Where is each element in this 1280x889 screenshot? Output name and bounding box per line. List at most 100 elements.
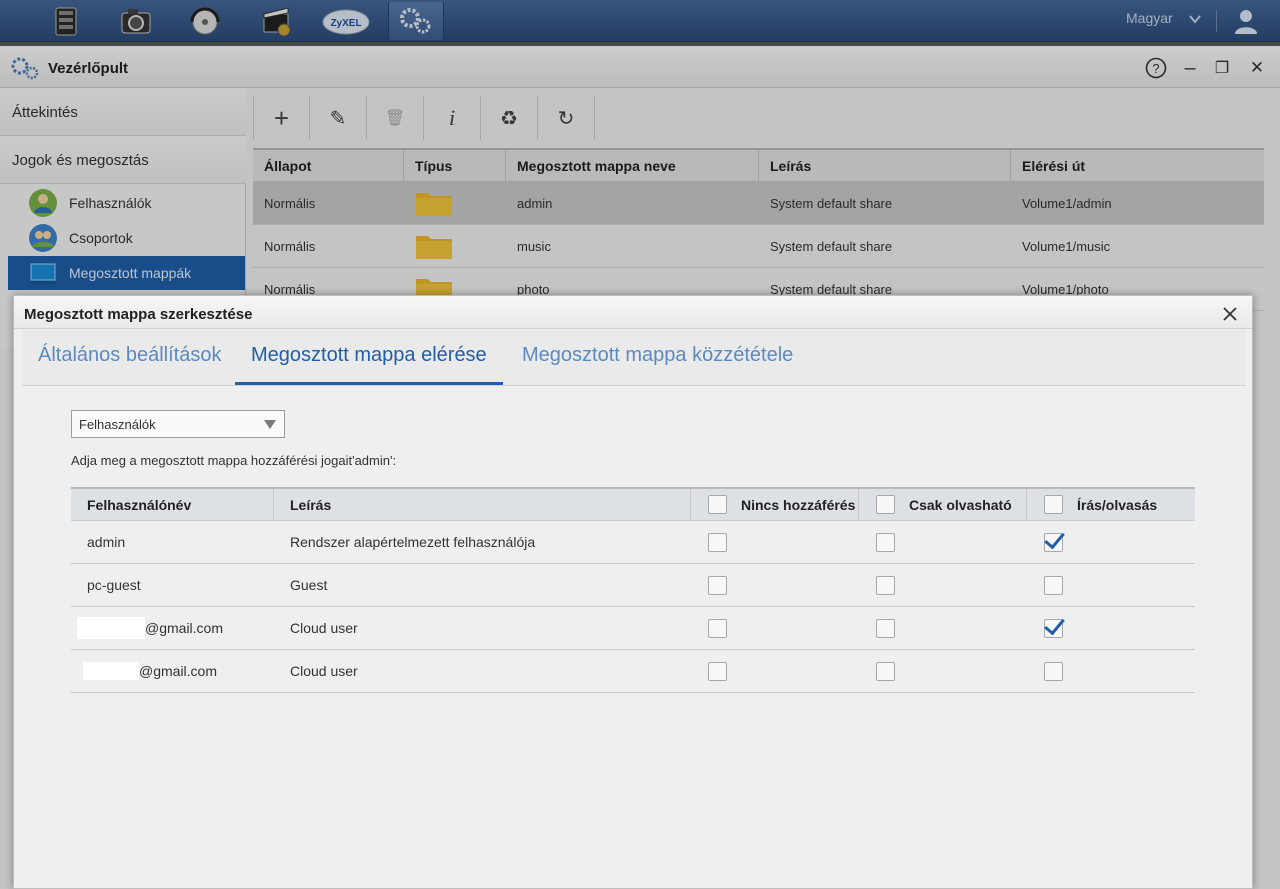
table-row: admin Rendszer alapértelmezett felhaszná… [71, 521, 1195, 564]
name-cell: admin [517, 195, 553, 211]
column-header: Csak olvasható [909, 496, 1012, 513]
folder-icon [416, 193, 452, 216]
sidebar-item-users[interactable]: Felhasználók [8, 186, 245, 220]
path-cell: Volume1/music [1022, 238, 1111, 254]
status-cell: Normális [264, 195, 316, 211]
read-only-checkbox[interactable] [876, 661, 895, 681]
taskbar-divider [1216, 10, 1217, 32]
users-icon [28, 188, 58, 218]
permissions-table: Felhasználónév Leírás Nincs hozzáférés C… [71, 487, 1195, 693]
groups-icon [28, 223, 58, 253]
svg-text:ZyXEL: ZyXEL [330, 18, 361, 29]
username-cell: pc-guest [87, 577, 141, 593]
control-panel-icon[interactable] [388, 2, 444, 40]
access-instruction: Adja meg a megosztott mappa hozzáférési … [71, 453, 397, 468]
table-header: Állapot Típus Megosztott mappa neve Leír… [253, 148, 1264, 182]
taskbar: ZyXEL Magyar [0, 0, 1280, 42]
file-manager-icon[interactable] [38, 2, 94, 40]
user-group-select[interactable]: Felhasználók [71, 410, 285, 438]
dialog-title: Megosztott mappa szerkesztése [24, 306, 253, 323]
description-cell: Guest [290, 577, 328, 593]
language-select[interactable]: Magyar [1126, 10, 1173, 26]
column-header[interactable]: Felhasználónév [71, 489, 274, 520]
column-header: Nincs hozzáférés [741, 496, 856, 513]
minimize-icon[interactable]: – [1178, 56, 1202, 80]
tab-general-settings[interactable]: Általános beállítások [22, 330, 237, 385]
read-write-checkbox[interactable] [1044, 575, 1063, 595]
sidebar-item-shared-folders[interactable]: Megosztott mappák [8, 256, 245, 290]
toolbar: + ✎ 🗑 i ♻ ↻ [253, 96, 595, 140]
description-cell: System default share [770, 238, 893, 254]
username-cell: admin [87, 534, 126, 550]
chevron-down-icon[interactable] [1188, 12, 1202, 31]
read-write-checkbox[interactable] [1044, 618, 1063, 638]
no-access-checkbox[interactable] [708, 661, 727, 681]
info-button[interactable]: i [424, 96, 481, 140]
sidebar-item-overview[interactable]: Áttekintés [0, 88, 246, 136]
video-icon[interactable] [248, 2, 304, 40]
tab-share-access[interactable]: Megosztott mappa elérése [235, 330, 503, 385]
column-header[interactable]: Leírás [274, 489, 691, 520]
no-access-checkbox[interactable] [708, 532, 727, 552]
read-write-checkbox[interactable] [1044, 532, 1063, 552]
sidebar-section-rights[interactable]: Jogok és megosztás [0, 136, 246, 184]
no-access-checkbox[interactable] [708, 575, 727, 595]
edit-button[interactable]: ✎ [310, 96, 367, 140]
column-header: Írás/olvasás [1077, 496, 1158, 513]
add-button[interactable]: + [253, 96, 310, 140]
shared-folders-icon [28, 258, 58, 288]
tab-share-publishing[interactable]: Megosztott mappa közzététele [506, 330, 809, 385]
redacted-block [77, 617, 145, 639]
sidebar-item-label: Csoportok [69, 230, 133, 246]
delete-button[interactable]: 🗑 [367, 96, 424, 140]
folder-icon [416, 236, 452, 259]
description-cell: Rendszer alapértelmezett felhasználója [290, 534, 536, 550]
photo-icon[interactable] [108, 2, 164, 40]
column-header[interactable]: Megosztott mappa neve [506, 150, 759, 181]
maximize-icon[interactable]: ❐ [1210, 56, 1234, 80]
table-row: pc-guest Guest [71, 564, 1195, 607]
name-cell: music [517, 238, 551, 254]
no-access-checkbox[interactable] [708, 618, 727, 638]
window-titlebar: Vezérlőpult ? – ❐ ✕ [0, 46, 1280, 88]
redacted-block [83, 662, 139, 680]
select-value: Felhasználók [79, 417, 156, 432]
music-icon[interactable] [178, 2, 234, 40]
edit-share-dialog: Megosztott mappa szerkesztése Általános … [13, 295, 1253, 889]
zyxel-cloud-icon[interactable]: ZyXEL [318, 2, 374, 40]
column-header[interactable]: Típus [404, 150, 506, 181]
select-all-read-write-checkbox[interactable] [1044, 495, 1063, 514]
description-cell: System default share [770, 195, 893, 211]
recycle-button[interactable]: ♻ [481, 96, 538, 140]
shared-folders-table: Állapot Típus Megosztott mappa neve Leír… [253, 148, 1264, 311]
sidebar-item-groups[interactable]: Csoportok [8, 221, 245, 255]
sidebar-item-label: Felhasználók [69, 195, 152, 211]
close-icon[interactable]: ✕ [1245, 56, 1269, 80]
description-cell: Cloud user [290, 620, 358, 636]
refresh-button[interactable]: ↻ [538, 96, 595, 140]
gear-icon [10, 56, 40, 85]
select-all-no-access-checkbox[interactable] [708, 495, 727, 514]
read-only-checkbox[interactable] [876, 532, 895, 552]
read-write-checkbox[interactable] [1044, 661, 1063, 681]
dialog-tabs: Általános beállítások Megosztott mappa e… [22, 330, 1246, 386]
status-cell: Normális [264, 238, 316, 254]
dialog-titlebar: Megosztott mappa szerkesztése [14, 296, 1252, 329]
column-header[interactable]: Elérési út [1011, 150, 1264, 181]
username-cell: @gmail.com [139, 663, 218, 679]
column-header[interactable]: Állapot [253, 150, 404, 181]
read-only-checkbox[interactable] [876, 618, 895, 638]
table-row: @gmail.com Cloud user [71, 650, 1195, 693]
path-cell: Volume1/admin [1022, 195, 1112, 211]
table-row: @gmail.com Cloud user [71, 607, 1195, 650]
column-header[interactable]: Leírás [759, 150, 1011, 181]
help-icon[interactable]: ? [1144, 56, 1168, 80]
user-icon[interactable] [1232, 7, 1260, 40]
table-header: Felhasználónév Leírás Nincs hozzáférés C… [71, 487, 1195, 521]
close-icon[interactable] [1220, 304, 1240, 324]
table-row[interactable]: Normális admin System default share Volu… [253, 182, 1264, 225]
table-row[interactable]: Normális music System default share Volu… [253, 225, 1264, 268]
select-all-read-only-checkbox[interactable] [876, 495, 895, 514]
sidebar-item-label: Megosztott mappák [69, 265, 192, 281]
read-only-checkbox[interactable] [876, 575, 895, 595]
